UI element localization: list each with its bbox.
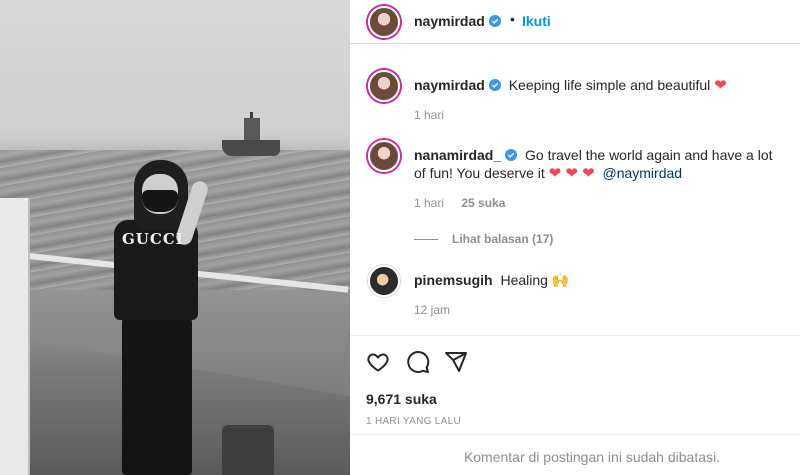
verified-badge-icon: [488, 15, 501, 27]
commenter-avatar[interactable]: [368, 140, 400, 172]
comment-text: Healing: [500, 272, 548, 288]
comment-icon[interactable]: [406, 350, 430, 374]
bollard: [222, 425, 274, 475]
post-actions: 9,671 suka 1 HARI YANG LALU Komentar di …: [350, 335, 800, 475]
post-photo[interactable]: GUCCI: [0, 0, 350, 475]
comment-likes[interactable]: 25 suka: [461, 196, 505, 210]
post-details-panel: naymirdad • Ikuti naymirdad Keeping life…: [350, 0, 800, 475]
shirt-logo: GUCCI: [122, 230, 184, 248]
view-replies-button[interactable]: Lihat balasan (17): [414, 232, 553, 246]
verified-badge-icon: [505, 149, 518, 161]
author-avatar[interactable]: [368, 6, 400, 38]
heart-emoji: ❤: [714, 77, 727, 94]
comments-limited-text: Komentar di postingan ini sudah dibatasi…: [463, 449, 720, 465]
person: GUCCI: [92, 160, 224, 475]
caption-text: Keeping life simple and beautiful: [508, 77, 711, 93]
comment-time: 12 jam: [414, 303, 451, 317]
ship: [222, 112, 280, 156]
commenter-username[interactable]: nanamirdad_: [414, 147, 518, 163]
commenter-username[interactable]: pinemsugih: [414, 272, 493, 288]
boat-post: [0, 198, 30, 475]
heart-icon[interactable]: [366, 350, 390, 374]
mention-link[interactable]: @naymirdad: [602, 165, 682, 181]
follow-button[interactable]: Ikuti: [522, 13, 551, 29]
separator-dot: •: [510, 11, 515, 27]
heart-emoji: ❤ ❤ ❤: [548, 165, 595, 182]
comment-meta: 1 hari 25 suka: [414, 196, 505, 210]
caption-time: 1 hari: [414, 108, 445, 122]
like-count[interactable]: 9,671 suka: [366, 391, 437, 407]
comments-limited-bar: Komentar di postingan ini sudah dibatasi…: [350, 434, 800, 475]
post-header: naymirdad • Ikuti: [350, 0, 800, 44]
post-timestamp: 1 HARI YANG LALU: [366, 416, 462, 427]
share-icon[interactable]: [444, 350, 468, 374]
raised-hands-emoji: 🙌: [551, 272, 570, 288]
caption-username[interactable]: naymirdad: [414, 77, 501, 93]
comment-time: 1 hari: [414, 196, 445, 210]
caption-avatar[interactable]: [368, 70, 400, 102]
commenter-avatar[interactable]: [368, 265, 400, 297]
replies-divider: [414, 239, 438, 241]
verified-badge-icon: [488, 79, 501, 91]
author-username[interactable]: naymirdad: [414, 13, 501, 29]
